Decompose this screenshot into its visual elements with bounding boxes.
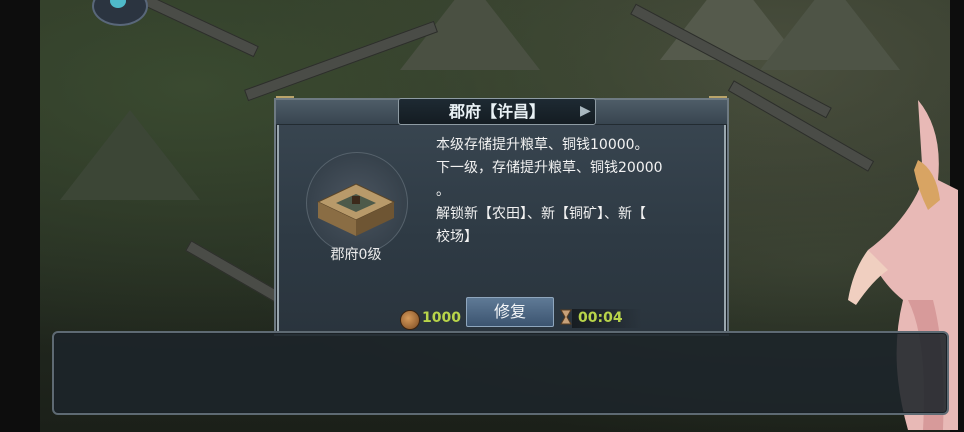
description-line: 下一级，存储提升粮草、铜钱20000: [436, 160, 663, 176]
cost-value: 1000: [422, 310, 461, 326]
copper-coin-icon: [400, 310, 420, 330]
description-line: 本级存储提升粮草、铜钱10000。: [436, 137, 649, 153]
building-dialog: ◀ 郡府【许昌】 ▶ 郡府0级 本级存储提升粮草、铜钱10000。 下一级，存储…: [274, 96, 729, 336]
description-line: 解锁新【农田】、新【铜矿】、新【: [436, 206, 646, 222]
timer-value: 00:04: [578, 310, 623, 326]
corner-ornament: [709, 96, 727, 110]
building-description: 本级存储提升粮草、铜钱10000。 下一级，存储提升粮草、铜钱20000 。 解…: [436, 134, 711, 249]
description-line: 。: [436, 183, 450, 199]
building-level-label: 郡府0级: [330, 247, 382, 263]
fortress-building-icon: [316, 183, 396, 236]
hourglass-icon: [560, 309, 572, 325]
repair-timer: 00:04: [558, 307, 642, 329]
repair-button[interactable]: 修复: [466, 297, 554, 327]
description-line: 校场】: [436, 229, 478, 245]
mountain: [60, 110, 200, 200]
mountain: [760, 0, 900, 70]
avatar-bird-icon: [110, 0, 126, 8]
title-right-arrow-icon: ▶: [580, 103, 591, 119]
city-wall: [143, 0, 259, 58]
left-letterbox: [0, 0, 40, 432]
corner-ornament: [276, 96, 294, 110]
bottom-dialogue-panel[interactable]: [52, 331, 949, 415]
dialog-title: 郡府【许昌】: [398, 98, 596, 125]
